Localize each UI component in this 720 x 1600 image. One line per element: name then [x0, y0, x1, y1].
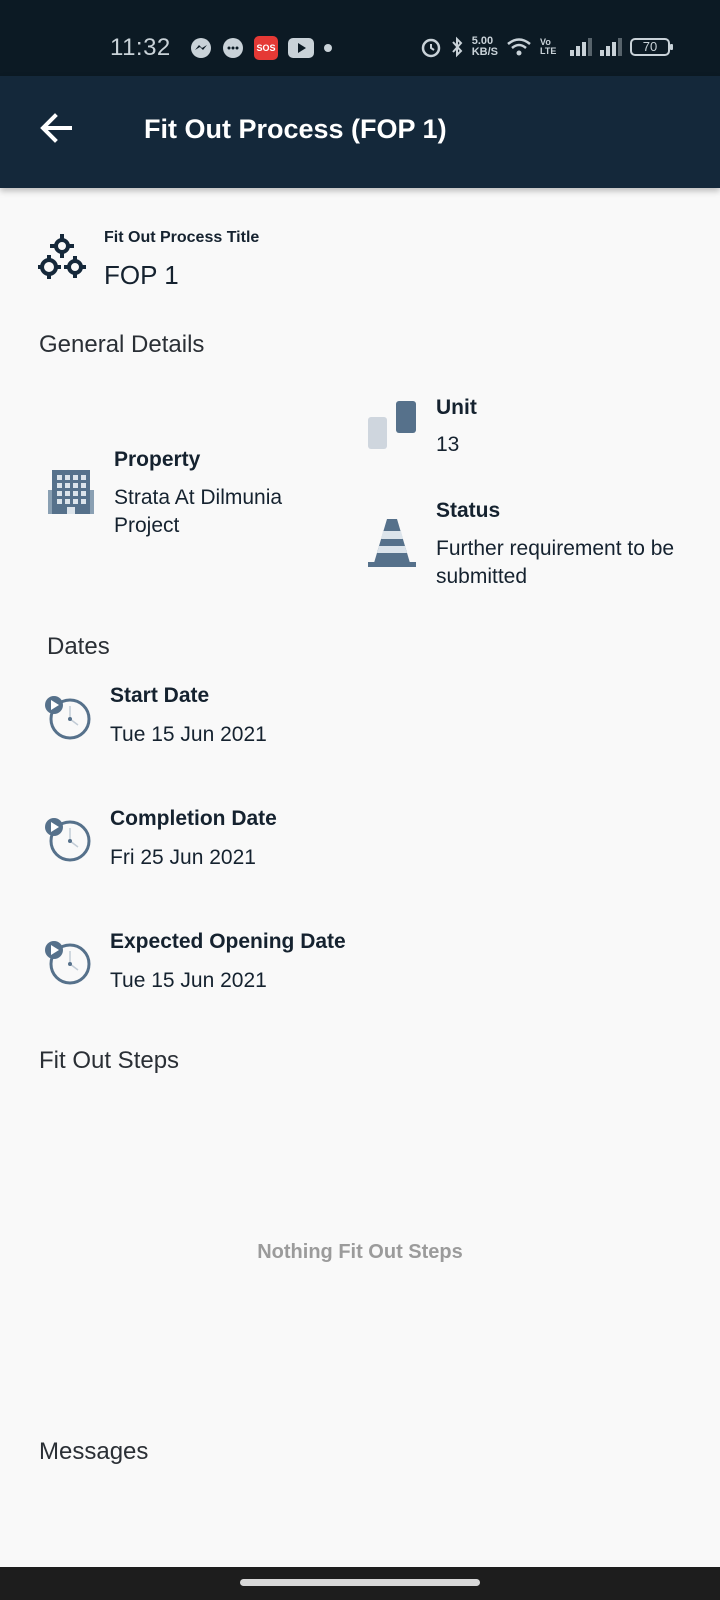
messages-heading: Messages [39, 1438, 149, 1465]
system-nav-bar [0, 1567, 720, 1600]
page-title: Fit Out Process (FOP 1) [144, 114, 447, 144]
volte-label: Vo LTE [540, 37, 557, 56]
signal-icon-2 [600, 38, 622, 56]
fit-out-steps-empty-message: Nothing Fit Out Steps [257, 1241, 463, 1263]
unit-value: 13 [436, 433, 460, 456]
signal-icon [570, 38, 592, 56]
property-value: Strata At Dilmunia Project [114, 486, 283, 537]
completion-date-value: Fri 25 Jun 2021 [110, 846, 256, 869]
system-icons: 5.00 KB/S Vo LTE 70 [420, 35, 673, 58]
status-bar: 11:32 SOS 5.00 KB/S Vo LTE 70 [0, 0, 720, 76]
gears-icon [37, 233, 86, 290]
battery-icon: 70 [630, 38, 673, 56]
building-icon [48, 470, 94, 519]
arrow-back-icon [40, 113, 72, 143]
messenger-icon [190, 37, 212, 59]
sos-icon: SOS [254, 36, 278, 60]
back-button[interactable] [30, 102, 82, 154]
start-date-value: Tue 15 Jun 2021 [110, 723, 267, 746]
completion-date-label: Completion Date [110, 807, 277, 830]
alarm-icon [421, 38, 440, 58]
wifi-icon [507, 38, 531, 56]
start-date-label: Start Date [110, 684, 210, 707]
status-value: Further requirement to be submitted [436, 537, 675, 588]
net-speed: 5.00 KB/S [471, 35, 498, 58]
message-icon [222, 37, 244, 59]
expected-opening-date-label: Expected Opening Date [110, 930, 346, 953]
youtube-icon [288, 38, 314, 58]
dot-icon [324, 44, 332, 52]
notification-icons: SOS [190, 36, 332, 60]
expected-opening-date-value: Tue 15 Jun 2021 [110, 969, 267, 992]
traffic-cone-icon [368, 519, 416, 572]
clock-play-icon [42, 817, 94, 874]
dates-heading: Dates [47, 633, 110, 660]
unit-label: Unit [436, 396, 477, 419]
unit-blocks-icon [368, 401, 416, 454]
bluetooth-icon [451, 36, 463, 58]
status-label: Status [436, 499, 501, 522]
fop-title-value: FOP 1 [104, 260, 179, 290]
fit-out-steps-heading: Fit Out Steps [39, 1047, 180, 1074]
fop-title-label: Fit Out Process Title [104, 229, 260, 246]
general-details-heading: General Details [39, 331, 205, 358]
clock-play-icon [42, 695, 94, 752]
property-label: Property [114, 448, 201, 471]
app-bar: Fit Out Process (FOP 1) [0, 76, 720, 188]
status-time: 11:32 [110, 34, 171, 61]
home-gesture-handle[interactable] [240, 1579, 480, 1586]
clock-play-icon [42, 940, 94, 997]
